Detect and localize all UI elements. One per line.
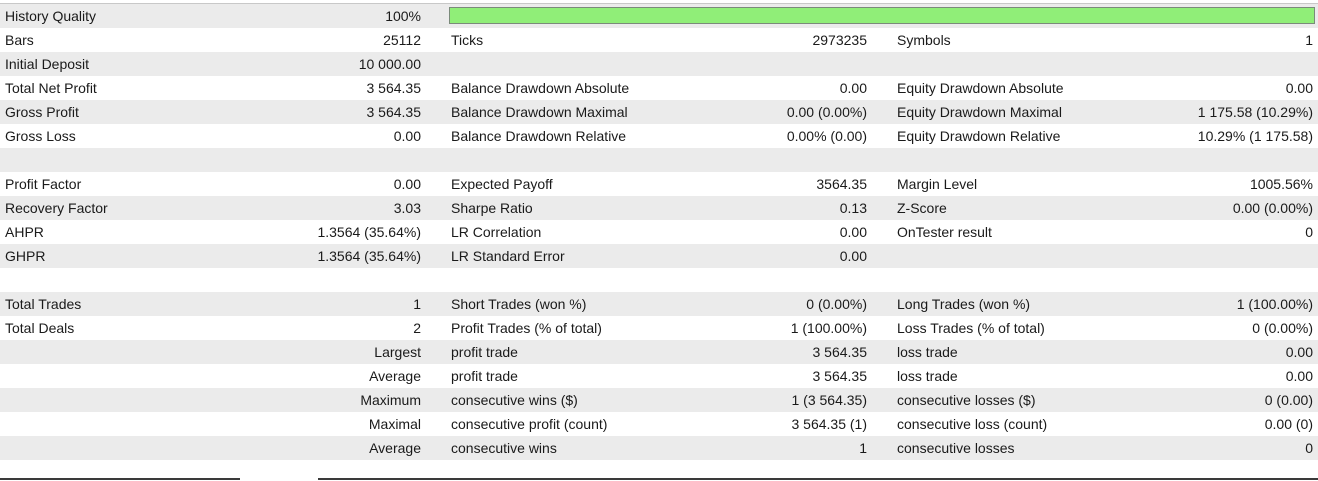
ticks-value: 2973235 <box>812 32 867 48</box>
lr-standard-error-value: 0.00 <box>839 248 867 264</box>
consecutive-wins-money-value: 1 (3 564.35) <box>791 392 868 408</box>
row-ghpr: GHPR 1.3564 (35.64%) LR Standard Error 0… <box>0 244 1318 268</box>
gross-loss-value: 0.00 <box>393 128 421 144</box>
row-profit-factor: Profit Factor 0.00 Expected Payoff 3564.… <box>0 172 1318 196</box>
largest-qualifier: Largest <box>374 344 421 360</box>
margin-level-value: 1005.56% <box>1249 176 1313 192</box>
recovery-factor-value: 3.03 <box>393 200 421 216</box>
row-largest: Largest profit trade 3 564.35 loss trade… <box>0 340 1318 364</box>
consecutive-profit-count-value: 3 564.35 (1) <box>791 416 868 432</box>
backtest-report-table: History Quality 100% Bars 25112 Ticks 29… <box>0 4 1318 481</box>
row-gross-profit: Gross Profit 3 564.35 Balance Drawdown M… <box>0 100 1318 124</box>
total-deals-value: 2 <box>413 320 421 336</box>
consecutive-losses-money-value: 0 (0.00) <box>1264 392 1313 408</box>
row-maximal: Maximal consecutive profit (count) 3 564… <box>0 412 1318 436</box>
symbols-value: 1 <box>1305 32 1313 48</box>
short-trades-value: 0 (0.00%) <box>806 296 867 312</box>
bars-value: 25112 <box>383 32 421 48</box>
history-quality-value: 100% <box>385 8 421 24</box>
initial-deposit-value: 10 000.00 <box>358 56 421 72</box>
row-maximum: Maximum consecutive wins ($) 1 (3 564.35… <box>0 388 1318 412</box>
row-bars: Bars 25112 Ticks 2973235 Symbols 1 <box>0 28 1318 52</box>
total-net-profit-value: 3 564.35 <box>366 80 422 96</box>
history-quality-bar <box>449 7 1315 24</box>
maximum-qualifier: Maximum <box>360 392 421 408</box>
long-trades-value: 1 (100.00%) <box>1236 296 1313 312</box>
row-average: Average profit trade 3 564.35 loss trade… <box>0 364 1318 388</box>
row-total-deals: Total Deals 2 Profit Trades (% of total)… <box>0 316 1318 340</box>
average-profit-trade-value: 3 564.35 <box>812 368 868 384</box>
scrollbar-track-right <box>318 478 1318 480</box>
scrollbar-track-left <box>0 478 240 480</box>
row-history-quality: History Quality 100% <box>0 4 1318 28</box>
balance-drawdown-absolute-value: 0.00 <box>839 80 867 96</box>
row-total-trades: Total Trades 1 Short Trades (won %) 0 (0… <box>0 292 1318 316</box>
equity-drawdown-absolute-value: 0.00 <box>1285 80 1313 96</box>
row-initial-deposit: Initial Deposit 10 000.00 <box>0 52 1318 76</box>
total-trades-value: 1 <box>413 296 421 312</box>
ghpr-value: 1.3564 (35.64%) <box>317 248 421 264</box>
profit-factor-value: 0.00 <box>393 176 421 192</box>
z-score-value: 0.00 (0.00%) <box>1232 200 1313 216</box>
row-spacer <box>0 148 1318 172</box>
row-total-net-profit: Total Net Profit 3 564.35 Balance Drawdo… <box>0 76 1318 100</box>
sharpe-ratio-value: 0.13 <box>839 200 867 216</box>
average-loss-trade-value: 0.00 <box>1285 368 1313 384</box>
row-average-consecutive: Average consecutive wins 1 consecutive l… <box>0 436 1318 460</box>
row-gross-loss: Gross Loss 0.00 Balance Drawdown Relativ… <box>0 124 1318 148</box>
row-recovery-factor: Recovery Factor 3.03 Sharpe Ratio 0.13 Z… <box>0 196 1318 220</box>
balance-drawdown-maximal-value: 0.00 (0.00%) <box>786 104 867 120</box>
expected-payoff-value: 3564.35 <box>816 176 867 192</box>
equity-drawdown-maximal-value: 1 175.58 (10.29%) <box>1197 104 1313 120</box>
average-consecutive-qualifier: Average <box>369 440 421 456</box>
horizontal-scrollbar[interactable] <box>0 477 1318 481</box>
loss-trades-value: 0 (0.00%) <box>1252 320 1313 336</box>
lr-correlation-value: 0.00 <box>839 224 867 240</box>
row-spacer-2 <box>0 268 1318 292</box>
largest-loss-trade-value: 0.00 <box>1285 344 1313 360</box>
average-qualifier: Average <box>369 368 421 384</box>
profit-trades-value: 1 (100.00%) <box>790 320 867 336</box>
balance-drawdown-relative-value: 0.00% (0.00) <box>786 128 867 144</box>
ontester-result-value: 0 <box>1305 224 1313 240</box>
average-consecutive-wins-value: 1 <box>859 440 867 456</box>
consecutive-loss-count-value: 0.00 (0) <box>1264 416 1313 432</box>
gross-profit-value: 3 564.35 <box>366 104 422 120</box>
average-consecutive-losses-value: 0 <box>1305 440 1313 456</box>
largest-profit-trade-value: 3 564.35 <box>812 344 868 360</box>
equity-drawdown-relative-value: 10.29% (1 175.58) <box>1197 128 1313 144</box>
maximal-qualifier: Maximal <box>368 416 421 432</box>
row-ahpr: AHPR 1.3564 (35.64%) LR Correlation 0.00… <box>0 220 1318 244</box>
ahpr-value: 1.3564 (35.64%) <box>317 224 421 240</box>
